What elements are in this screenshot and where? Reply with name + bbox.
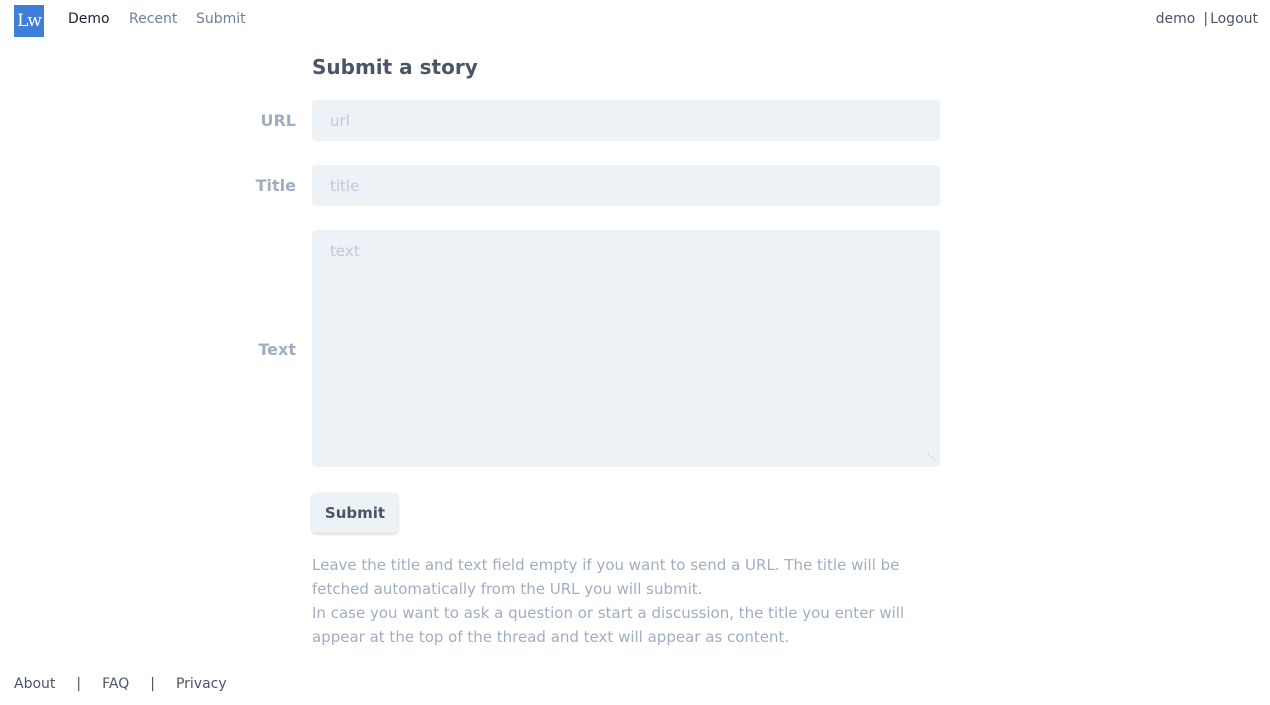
footer-separator: | [150,676,155,692]
page: Lw Demo Recent Submit demo | Logout Submit… [0,0,1270,705]
footer-about-link[interactable]: About [14,676,55,692]
top-nav: Lw Demo Recent Submit demo | Logout [0,0,1270,40]
logout-link[interactable]: Logout [1210,11,1258,27]
user-separator: | [1203,11,1209,27]
text-label: Text [258,340,296,359]
footer-faq-link[interactable]: FAQ [102,676,129,692]
title-input[interactable] [312,165,940,206]
page-title: Submit a story [312,55,478,79]
title-label: Title [255,176,296,195]
logo[interactable]: Lw [14,5,44,37]
nav-demo[interactable]: Demo [68,11,110,27]
nav-submit[interactable]: Submit [196,11,246,27]
footer-privacy-link[interactable]: Privacy [176,676,227,692]
username-link[interactable]: demo [1156,11,1196,27]
url-input[interactable] [312,100,940,141]
url-label: URL [260,111,296,130]
submit-button[interactable]: Submit [312,493,398,533]
help-text: Leave the title and text field empty if … [312,553,942,649]
help-paragraph: In case you want to ask a question or st… [312,604,905,646]
text-textarea[interactable] [312,230,940,467]
resize-handle-icon[interactable]: ⋱ [926,453,936,463]
help-paragraph: Leave the title and text field empty if … [312,556,900,598]
nav-recent[interactable]: Recent [129,11,177,27]
footer: About | FAQ | Privacy [14,676,227,692]
user-menu: demo | Logout [1156,11,1258,27]
footer-separator: | [76,676,82,692]
